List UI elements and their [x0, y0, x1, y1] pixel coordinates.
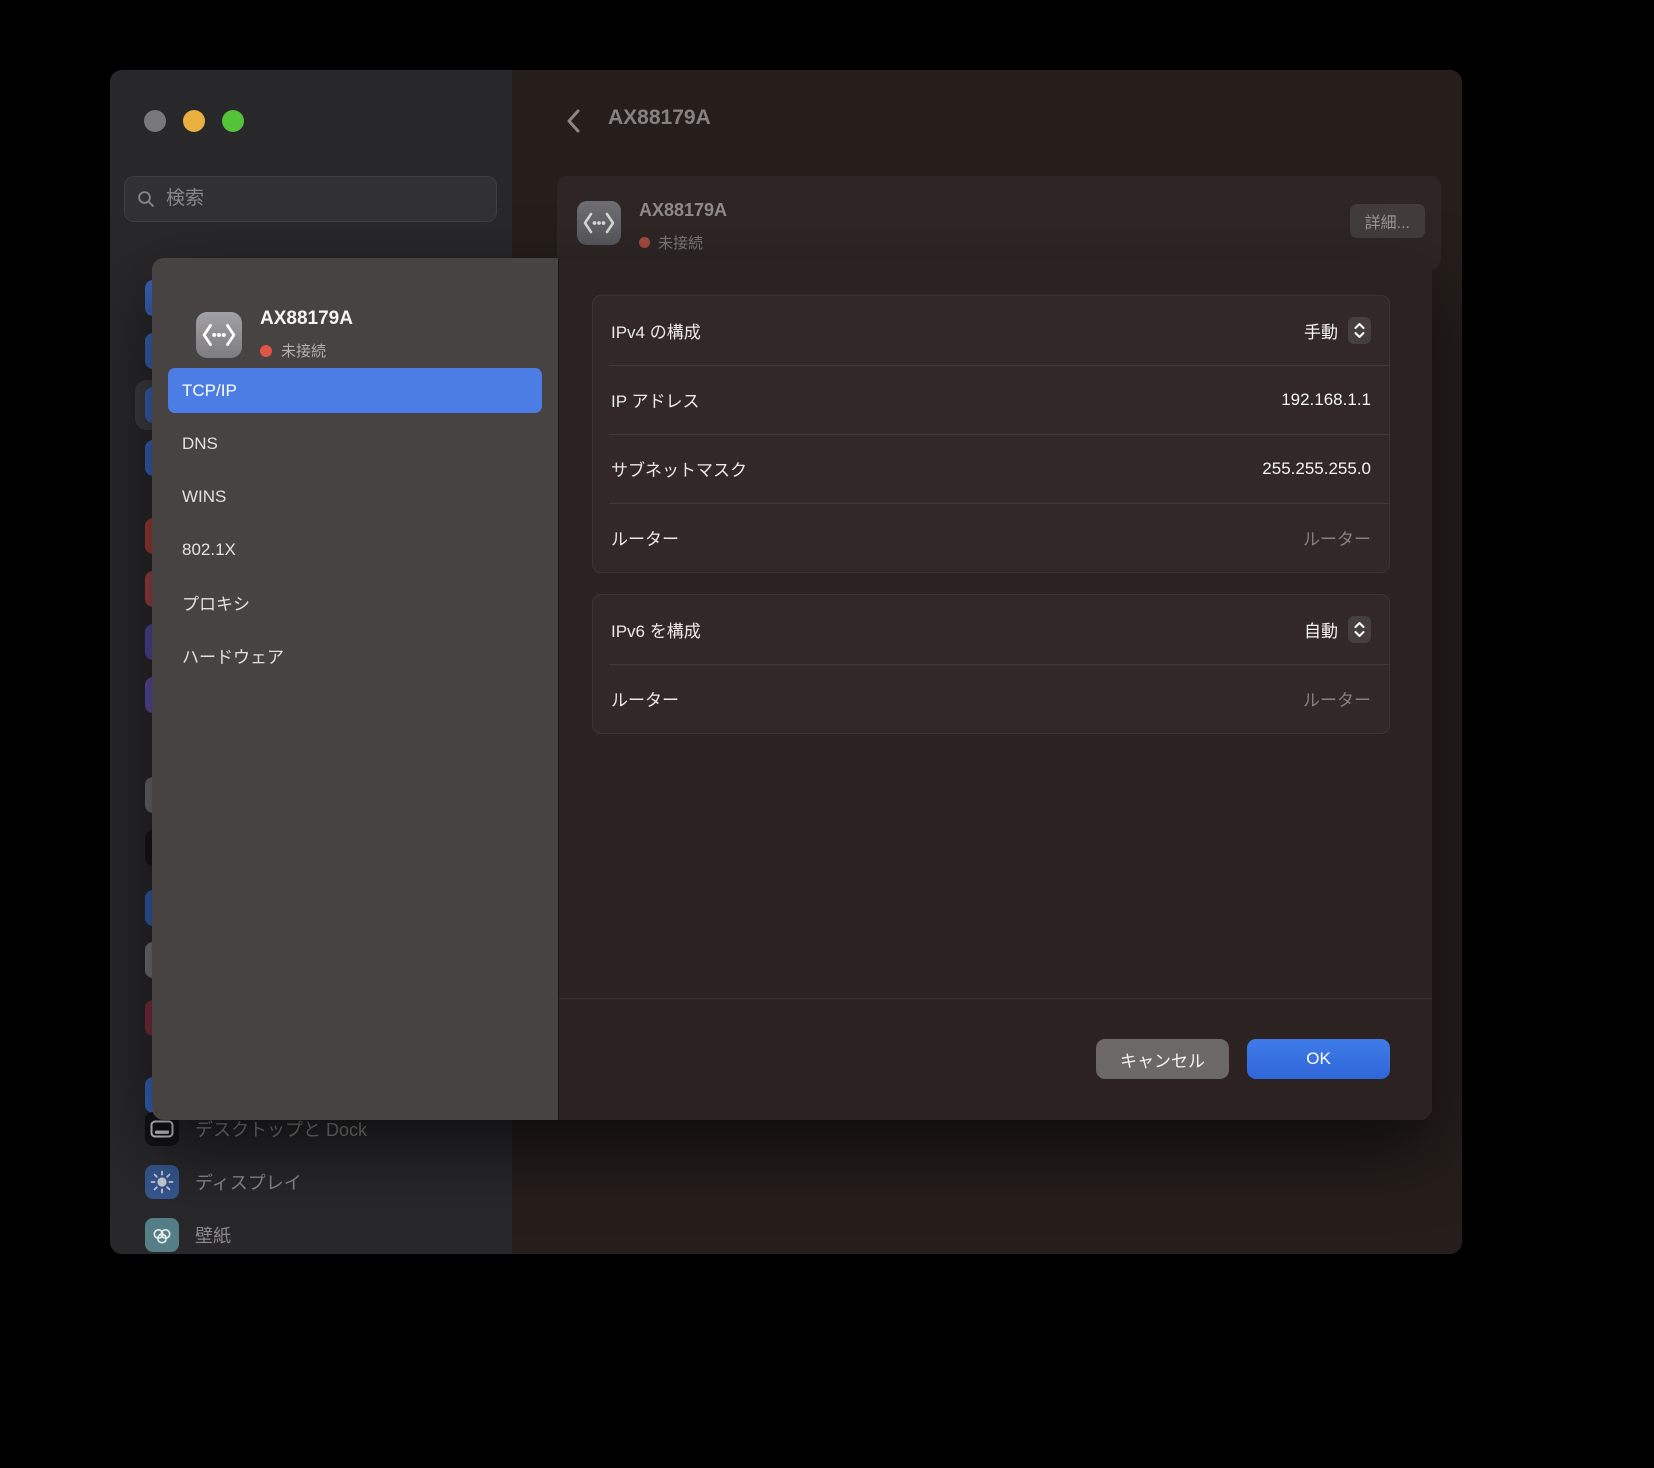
- interface-status: 未接続: [639, 232, 703, 253]
- ipv6-router-field[interactable]: ルーター: [1303, 686, 1371, 711]
- interface-name: AX88179A: [639, 200, 727, 221]
- subnet-mask-field[interactable]: 255.255.255.0: [1262, 459, 1371, 479]
- sheet-content: IPv4 の構成 手動 IP アドレス: [559, 258, 1432, 1120]
- ipv6-group: IPv6 を構成 自動 ルーター ルー: [592, 594, 1390, 734]
- ethernet-adapter-icon: [196, 312, 242, 358]
- ipv6-configure-label: IPv6 を構成: [611, 617, 701, 642]
- tab-proxies[interactable]: プロキシ: [168, 580, 542, 625]
- status-text: 未接続: [281, 340, 326, 361]
- ip-address-label: IP アドレス: [611, 387, 699, 412]
- sidebar-item-label: 壁紙: [195, 1222, 231, 1248]
- minimize-window-button[interactable]: [183, 110, 205, 132]
- sheet-footer: キャンセル OK: [559, 998, 1432, 1119]
- popup-stepper-icon: [1348, 317, 1371, 344]
- subnet-mask-row: サブネットマスク 255.255.255.0: [593, 434, 1389, 503]
- subnet-mask-label: サブネットマスク: [611, 456, 747, 481]
- sidebar-item-label: ディスプレイ: [195, 1169, 302, 1195]
- tcpip-settings-sheet: AX88179A 未接続 TCP/IP DNS WINS 802.1X プロキシ…: [152, 258, 1432, 1120]
- ipv4-configure-label: IPv4 の構成: [611, 318, 701, 343]
- ipv6-router-label: ルーター: [611, 686, 679, 711]
- cancel-button[interactable]: キャンセル: [1096, 1039, 1229, 1079]
- ip-address-row: IP アドレス 192.168.1.1: [593, 365, 1389, 434]
- device-name: AX88179A: [260, 308, 353, 330]
- ipv4-configure-row: IPv4 の構成 手動: [593, 296, 1389, 365]
- system-settings-window: デスクトップと Dock ディスプレイ: [110, 70, 1462, 1254]
- tab-tcpip[interactable]: TCP/IP: [168, 368, 542, 413]
- sheet-sidebar: AX88179A 未接続 TCP/IP DNS WINS 802.1X プロキシ…: [152, 258, 559, 1120]
- ipv4-router-label: ルーター: [611, 525, 679, 550]
- sidebar-item-display[interactable]: ディスプレイ: [110, 1155, 512, 1208]
- device-status: 未接続: [260, 340, 326, 361]
- ipv4-group: IPv4 の構成 手動 IP アドレス: [592, 295, 1390, 573]
- details-button[interactable]: 詳細...: [1350, 204, 1425, 238]
- ipv4-configure-select[interactable]: 手動: [1304, 317, 1371, 344]
- chevron-left-icon: [565, 108, 581, 134]
- back-button[interactable]: [558, 104, 588, 138]
- search-field[interactable]: [124, 176, 497, 222]
- page-title: AX88179A: [608, 106, 711, 130]
- ipv4-configure-value: 手動: [1304, 318, 1338, 343]
- sidebar-bottom-rows: デスクトップと Dock ディスプレイ: [110, 1102, 512, 1254]
- window-controls: [144, 110, 244, 132]
- status-text: 未接続: [658, 232, 703, 253]
- ipv6-configure-row: IPv6 を構成 自動: [593, 595, 1389, 664]
- zoom-window-button[interactable]: [222, 110, 244, 132]
- ipv6-configure-value: 自動: [1304, 617, 1338, 642]
- display-brightness-icon: [145, 1165, 179, 1199]
- popup-stepper-icon: [1348, 616, 1371, 643]
- ipv4-router-field[interactable]: ルーター: [1303, 525, 1371, 550]
- ok-button[interactable]: OK: [1247, 1039, 1390, 1079]
- sidebar-item-wallpaper[interactable]: 壁紙: [110, 1208, 512, 1254]
- interface-card: AX88179A 未接続 詳細...: [557, 176, 1441, 270]
- ipv6-router-row: ルーター ルーター: [593, 664, 1389, 733]
- ipv4-router-row: ルーター ルーター: [593, 503, 1389, 572]
- ethernet-adapter-icon: [577, 201, 621, 245]
- search-input[interactable]: [164, 187, 484, 211]
- tab-wins[interactable]: WINS: [168, 474, 542, 519]
- sheet-nav: TCP/IP DNS WINS 802.1X プロキシ ハードウェア: [168, 368, 542, 686]
- status-dot-icon: [260, 345, 272, 357]
- tab-8021x[interactable]: 802.1X: [168, 527, 542, 572]
- tab-dns[interactable]: DNS: [168, 421, 542, 466]
- wallpaper-icon: [145, 1218, 179, 1252]
- ip-address-field[interactable]: 192.168.1.1: [1281, 390, 1371, 410]
- status-dot-icon: [639, 237, 650, 248]
- tab-hardware[interactable]: ハードウェア: [168, 633, 542, 678]
- search-icon: [137, 190, 155, 208]
- close-window-button[interactable]: [144, 110, 166, 132]
- ipv6-configure-select[interactable]: 自動: [1304, 616, 1371, 643]
